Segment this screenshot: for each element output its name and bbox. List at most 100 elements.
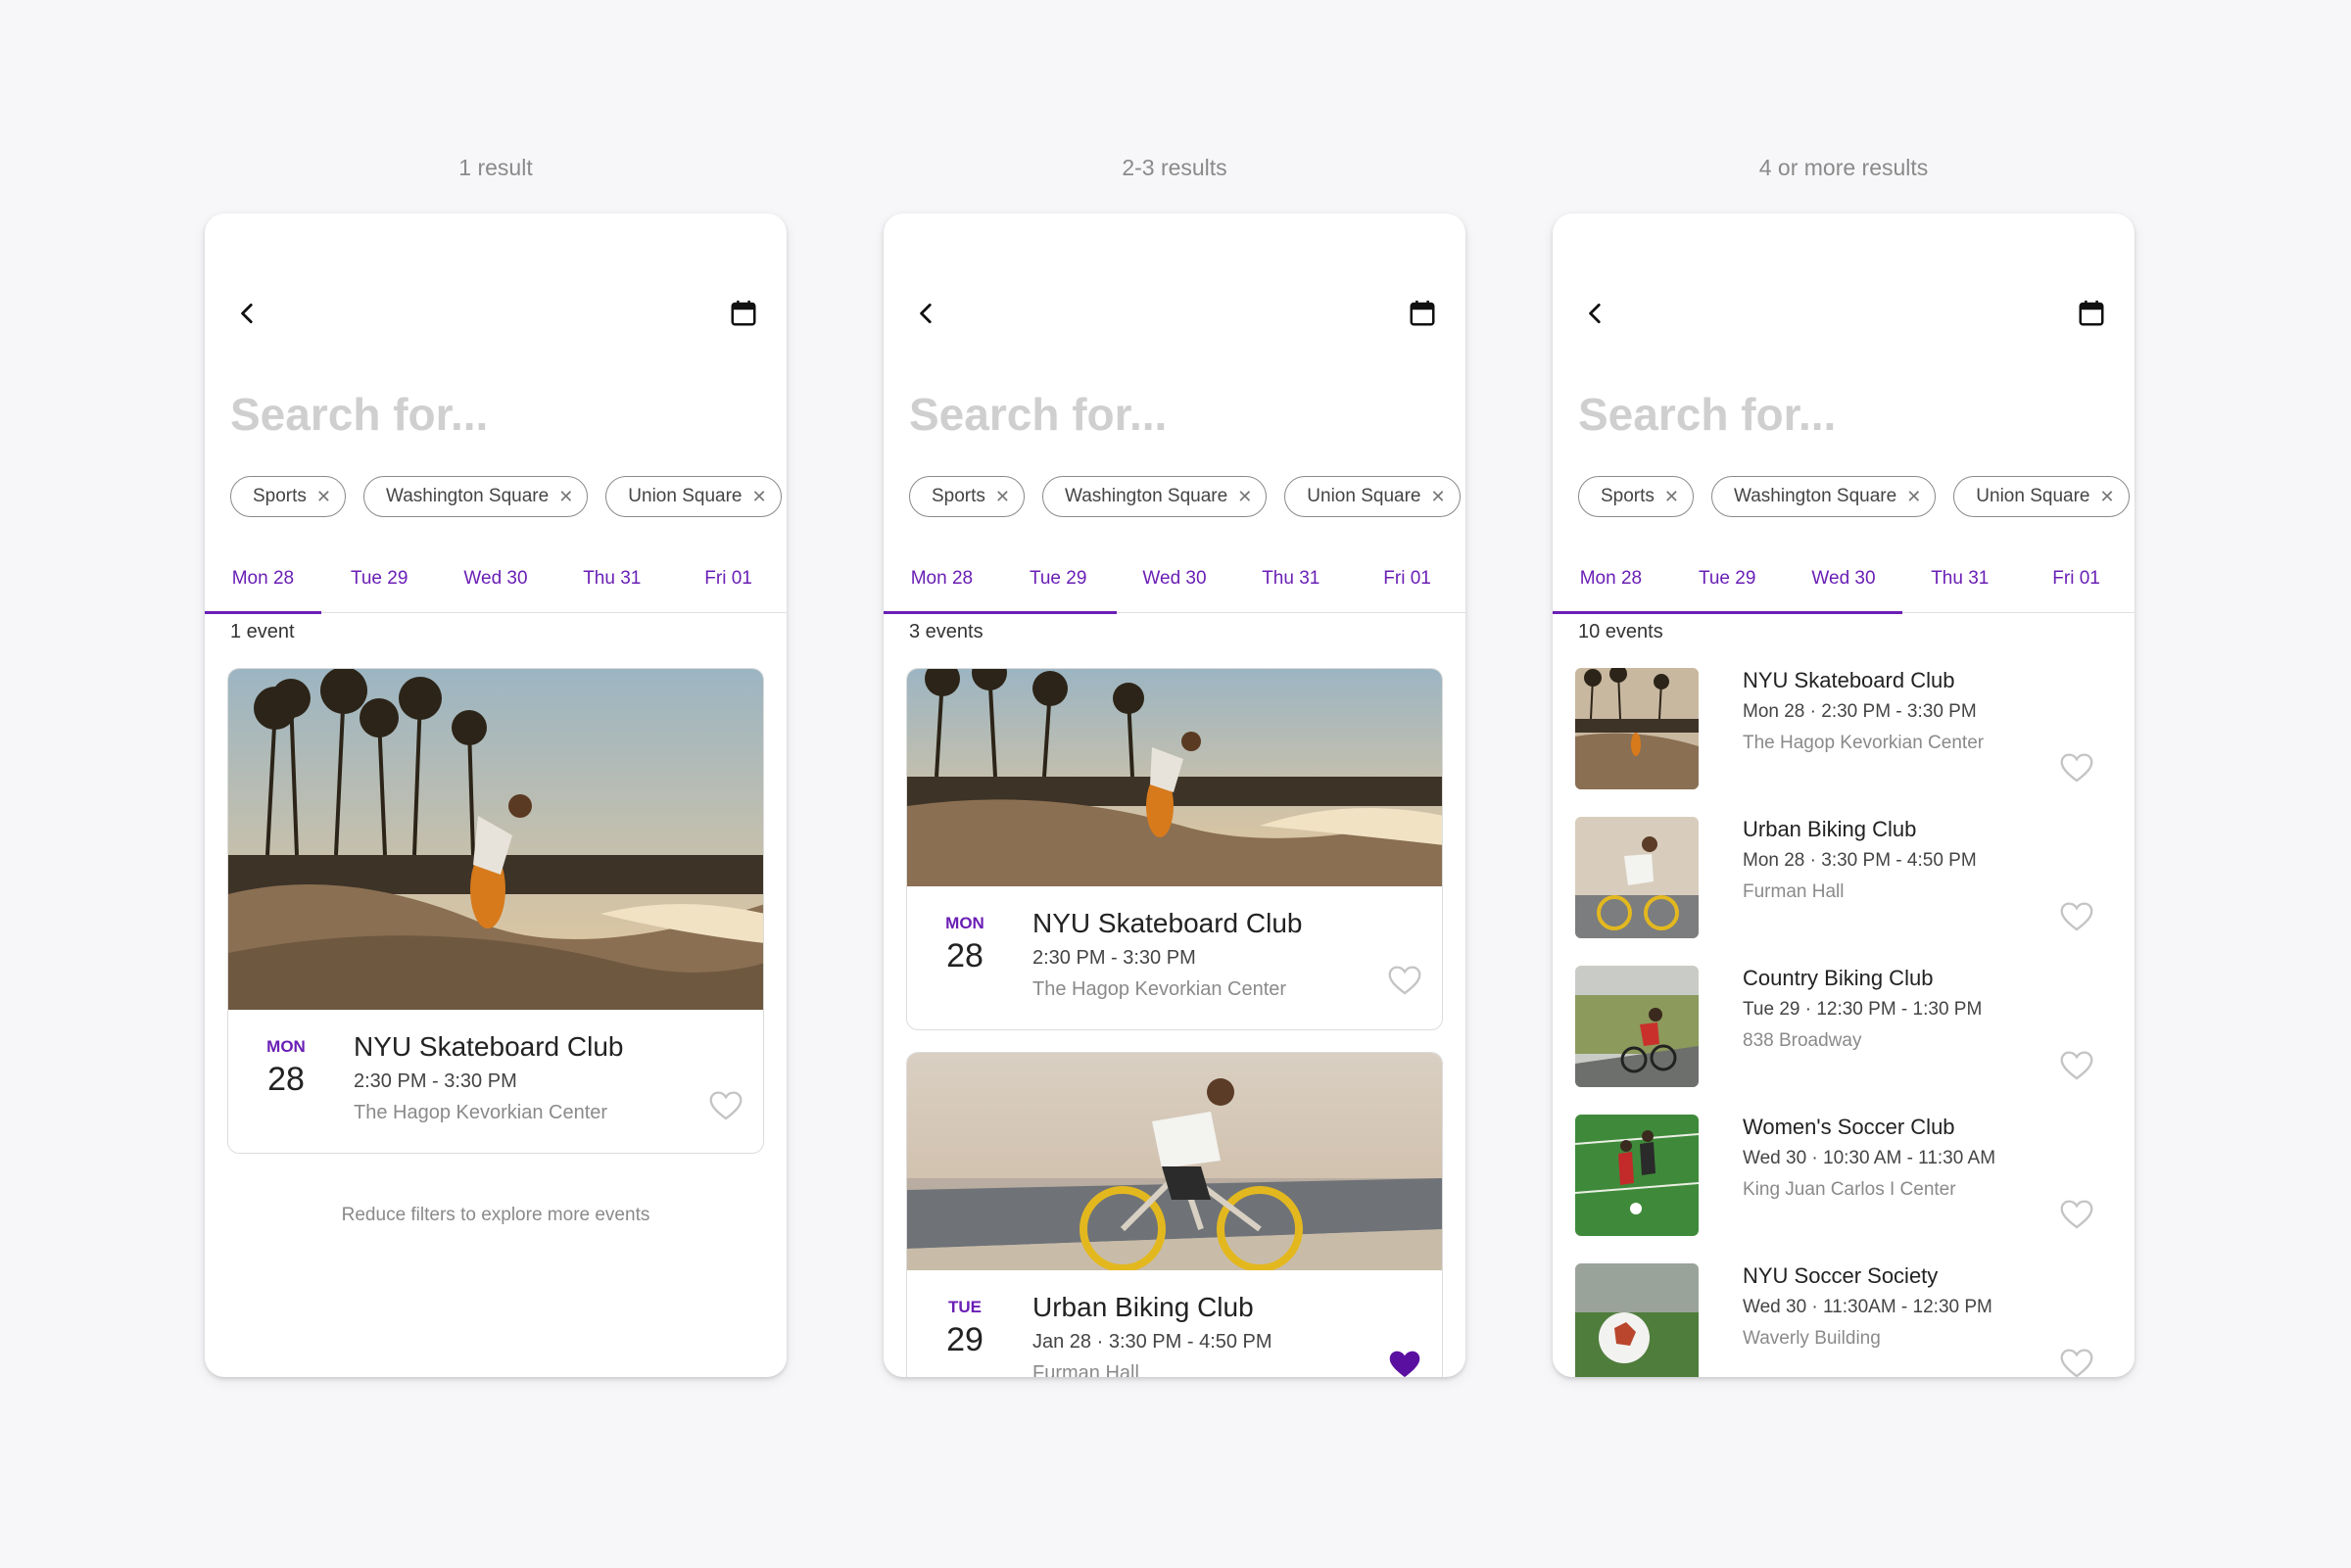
event-count: 1 event [230, 621, 295, 642]
filter-chip-sports[interactable]: Sports ✕ [909, 476, 1026, 517]
filter-chip-union-square[interactable]: Union Square ✕ [1953, 476, 2130, 517]
chip-label: Union Square [628, 486, 743, 506]
calendar-button[interactable] [2072, 294, 2111, 333]
event-title: NYU Soccer Society [1743, 1263, 1939, 1288]
heart-outline-icon [2060, 753, 2093, 783]
back-button[interactable] [1576, 294, 1615, 333]
tab-tue-29[interactable]: Tue 29 [1000, 558, 1117, 612]
search-input[interactable] [230, 380, 759, 449]
back-button[interactable] [228, 294, 267, 333]
list-item[interactable]: Urban Biking Club Mon 28 · 3:30 PM - 4:5… [1575, 817, 2112, 938]
event-card[interactable]: TUE 29 Urban Biking Club Jan 28 · 3:30 P… [906, 1052, 1443, 1377]
event-weekday: TUE [948, 1298, 982, 1316]
search-input[interactable] [1578, 380, 2107, 449]
list-item[interactable]: Women's Soccer Club Wed 30 · 10:30 AM - … [1575, 1115, 2112, 1236]
tab-thu-31[interactable]: Thu 31 [1232, 558, 1349, 612]
tab-fri-01[interactable]: Fri 01 [2018, 558, 2135, 612]
top-bar [1553, 284, 2135, 343]
event-image-skatepark [907, 669, 1442, 886]
tab-wed-30[interactable]: Wed 30 [438, 558, 554, 612]
chip-label: Union Square [1976, 486, 2090, 506]
top-bar [205, 284, 787, 343]
tab-fri-01[interactable]: Fri 01 [670, 558, 787, 612]
tab-fri-01[interactable]: Fri 01 [1349, 558, 1465, 612]
close-icon[interactable]: ✕ [1237, 488, 1252, 505]
heart-outline-icon [709, 1091, 743, 1120]
filter-chip-washington-square[interactable]: Washington Square ✕ [1711, 476, 1937, 517]
close-icon[interactable]: ✕ [1906, 488, 1921, 505]
chip-label: Sports [932, 486, 985, 506]
heart-outline-icon [2060, 1200, 2093, 1229]
close-icon[interactable]: ✕ [1664, 488, 1679, 505]
filter-chip-washington-square[interactable]: Washington Square ✕ [363, 476, 589, 517]
event-time: Wed 30 · 11:30AM - 12:30 PM [1743, 1297, 1992, 1317]
tab-wed-30[interactable]: Wed 30 [1117, 558, 1233, 612]
event-thumbnail-country-biking [1575, 966, 1699, 1087]
close-icon[interactable]: ✕ [316, 488, 331, 505]
close-icon[interactable]: ✕ [752, 488, 767, 505]
event-time: 2:30 PM - 3:30 PM [1032, 947, 1196, 969]
list-item[interactable]: NYU Soccer Society Wed 30 · 11:30AM - 12… [1575, 1263, 2112, 1377]
chip-label: Washington Square [386, 486, 550, 506]
back-button[interactable] [907, 294, 946, 333]
favorite-button[interactable] [2059, 1050, 2094, 1081]
filter-chip-sports[interactable]: Sports ✕ [1578, 476, 1695, 517]
event-time: Mon 28 · 2:30 PM - 3:30 PM [1743, 701, 1977, 722]
event-weekday: MON [266, 1037, 306, 1056]
event-thumbnail-soccer-players [1575, 1115, 1699, 1236]
event-venue: Furman Hall [1743, 881, 1845, 902]
favorite-button[interactable] [2059, 752, 2094, 784]
filter-chip-union-square[interactable]: Union Square ✕ [605, 476, 782, 517]
event-title: NYU Skateboard Club [1743, 668, 1955, 692]
selected-range-indicator [884, 610, 1117, 614]
tab-tue-29[interactable]: Tue 29 [1669, 558, 1786, 612]
search-input[interactable] [909, 380, 1438, 449]
list-item[interactable]: NYU Skateboard Club Mon 28 · 2:30 PM - 3… [1575, 668, 2112, 789]
close-icon[interactable]: ✕ [1431, 488, 1446, 505]
tab-mon-28[interactable]: Mon 28 [205, 558, 321, 614]
event-title: Women's Soccer Club [1743, 1115, 1955, 1139]
close-icon[interactable]: ✕ [558, 488, 573, 505]
tab-wed-30[interactable]: Wed 30 [1786, 558, 1902, 612]
tab-mon-28[interactable]: Mon 28 [884, 558, 1000, 612]
event-time: Mon 28 · 3:30 PM - 4:50 PM [1743, 850, 1977, 871]
event-venue: The Hagop Kevorkian Center [354, 1102, 608, 1123]
calendar-button[interactable] [724, 294, 763, 333]
calendar-button[interactable] [1403, 294, 1442, 333]
heart-outline-icon [2060, 1349, 2093, 1377]
close-icon[interactable]: ✕ [2100, 488, 2115, 505]
event-image-cyclist [907, 1053, 1442, 1270]
day-tabs: Mon 28 Tue 29 Wed 30 Thu 31 Fri 01 [884, 558, 1465, 614]
favorite-button[interactable] [1387, 965, 1422, 996]
heart-outline-icon [1388, 966, 1421, 995]
calendar-icon [1410, 300, 1435, 326]
favorite-button[interactable] [1387, 1349, 1422, 1377]
screen-two-three-results: Sports ✕ Washington Square ✕ Union Square ✕… [884, 214, 1465, 1377]
close-icon[interactable]: ✕ [995, 488, 1010, 505]
favorite-button[interactable] [2059, 1348, 2094, 1377]
event-card[interactable]: MON 28 NYU Skateboard Club 2:30 PM - 3:3… [227, 668, 764, 1154]
filter-chips: Sports ✕ Washington Square ✕ Union Square ✕ [230, 476, 782, 517]
tab-thu-31[interactable]: Thu 31 [553, 558, 670, 612]
filter-chip-sports[interactable]: Sports ✕ [230, 476, 347, 517]
event-image-skatepark [228, 669, 763, 1010]
tab-mon-28[interactable]: Mon 28 [1553, 558, 1669, 612]
chip-label: Sports [253, 486, 307, 506]
event-day-number: 28 [946, 937, 984, 974]
selected-range-indicator [1553, 610, 1902, 614]
heart-outline-icon [2060, 902, 2093, 931]
day-tabs: Mon 28 Tue 29 Wed 30 Thu 31 Fri 01 [205, 558, 787, 614]
tab-thu-31[interactable]: Thu 31 [1901, 558, 2018, 612]
favorite-button[interactable] [2059, 901, 2094, 932]
event-venue: The Hagop Kevorkian Center [1032, 978, 1287, 1000]
favorite-button[interactable] [708, 1090, 744, 1121]
event-count: 10 events [1578, 621, 1663, 642]
filter-chip-union-square[interactable]: Union Square ✕ [1284, 476, 1461, 517]
list-item[interactable]: Country Biking Club Tue 29 · 12:30 PM - … [1575, 966, 2112, 1087]
chip-label: Union Square [1307, 486, 1421, 506]
tab-tue-29[interactable]: Tue 29 [321, 558, 438, 612]
filter-chip-washington-square[interactable]: Washington Square ✕ [1042, 476, 1268, 517]
favorite-button[interactable] [2059, 1199, 2094, 1230]
event-venue: The Hagop Kevorkian Center [1743, 733, 1985, 753]
event-card[interactable]: MON 28 NYU Skateboard Club 2:30 PM - 3:3… [906, 668, 1443, 1030]
